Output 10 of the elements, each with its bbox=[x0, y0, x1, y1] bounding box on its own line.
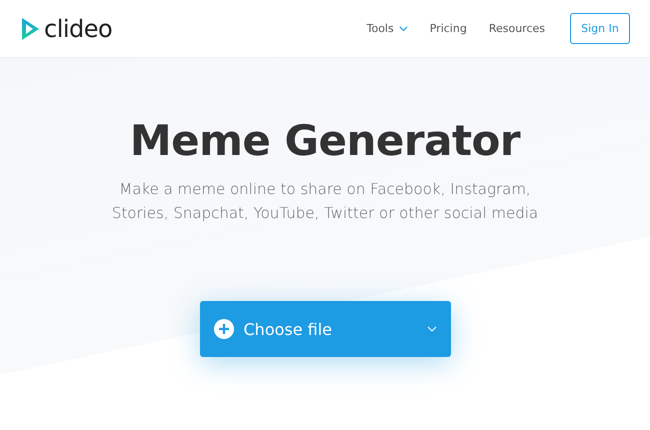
nav-link[interactable]: Pricing bbox=[430, 22, 467, 35]
page-title: Meme Generator bbox=[130, 116, 520, 165]
logo-text[interactable]: clideo bbox=[44, 14, 112, 42]
chevron-down-icon bbox=[426, 326, 436, 332]
nav-link[interactable]: Tools bbox=[366, 22, 408, 35]
page-subtitle: Make a meme online to share on Facebook, Instagram, Stories, Snapchat, YouTube, Twitter or other social media bbox=[110, 179, 540, 224]
plus-icon bbox=[214, 319, 234, 339]
chevron-down-icon bbox=[398, 26, 408, 32]
play-logo-icon bbox=[20, 16, 40, 40]
nav-link[interactable]: Resources bbox=[488, 22, 545, 35]
